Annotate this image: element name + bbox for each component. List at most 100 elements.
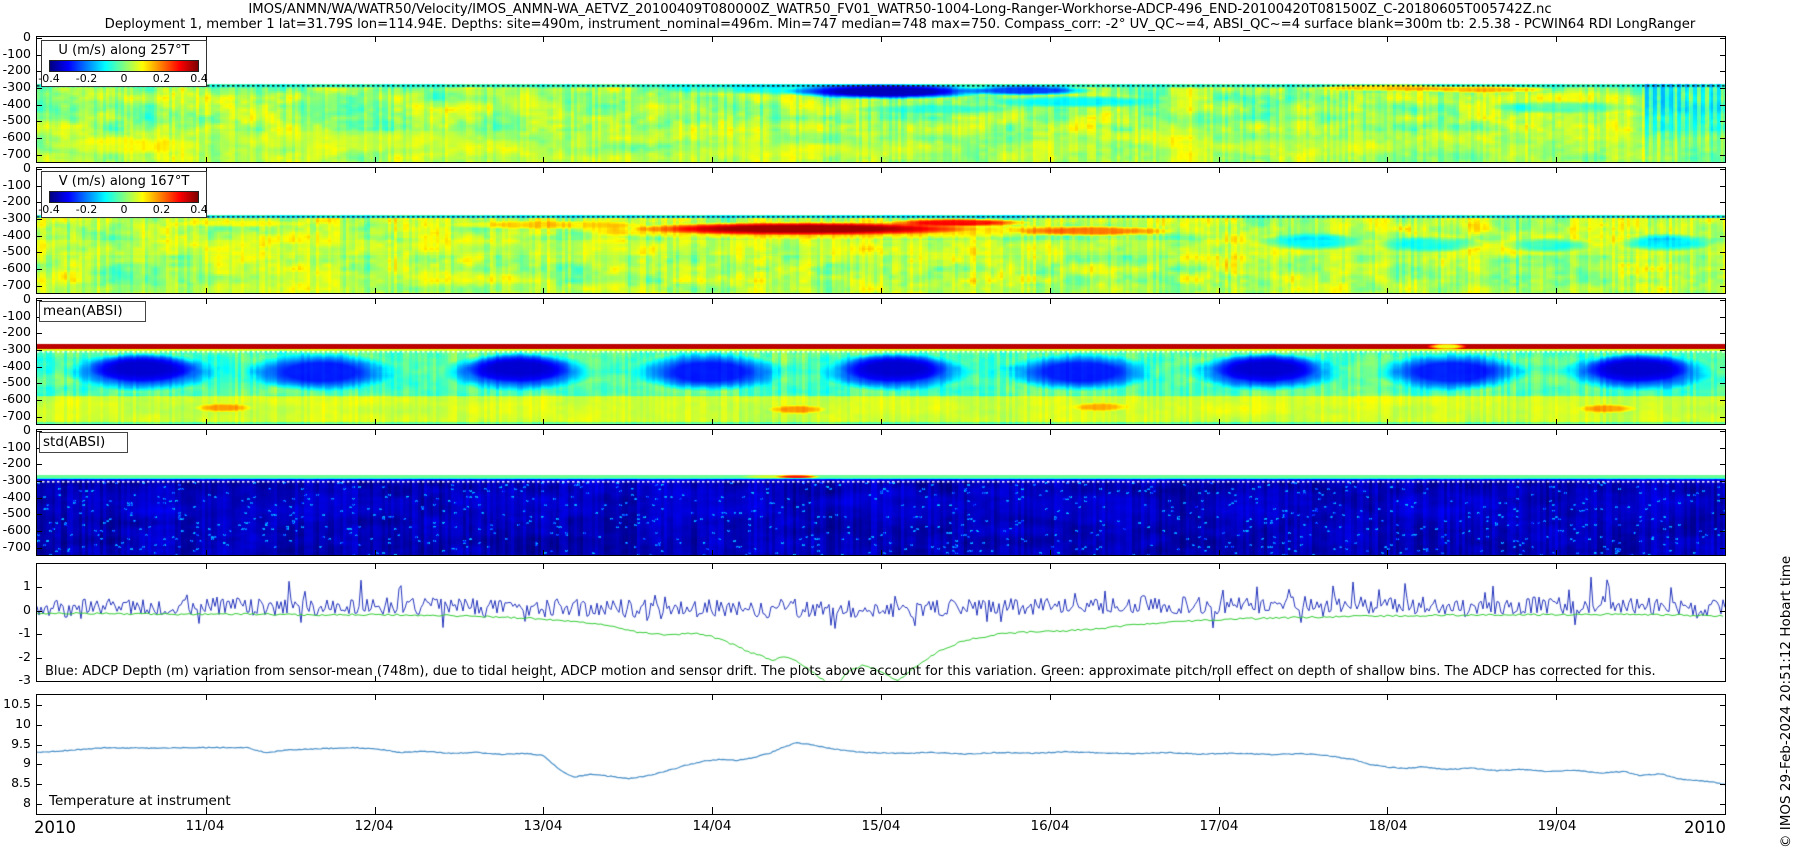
x-tick <box>1387 37 1388 42</box>
temperature-plot <box>37 695 1725 814</box>
y-tick <box>1720 202 1725 203</box>
y-tick <box>37 350 42 351</box>
colorbar-tick-label: 0 <box>121 203 128 216</box>
y-tick-label: -700 <box>0 540 31 554</box>
y-tick <box>1720 784 1725 785</box>
y-tick <box>1720 71 1725 72</box>
figure-title-filename: IMOS/ANMN/WA/WATR50/Velocity/IMOS_ANMN-W… <box>0 2 1800 17</box>
y-tick <box>37 634 42 635</box>
x-tick <box>543 564 544 569</box>
y-tick-label: 8.5 <box>0 776 31 790</box>
y-tick-label: 9.5 <box>0 737 31 751</box>
x-tick <box>881 157 882 162</box>
y-tick <box>1720 481 1725 482</box>
y-tick <box>1720 681 1725 682</box>
y-tick-label: -100 <box>0 47 31 61</box>
y-tick-label: -500 <box>0 244 31 258</box>
x-tick <box>543 695 544 700</box>
y-tick <box>37 219 42 220</box>
depth-variation-annotation: Blue: ADCP Depth (m) variation from sens… <box>45 664 1656 679</box>
y-tick-label: -300 <box>0 211 31 225</box>
y-tick <box>1720 105 1725 106</box>
x-tick <box>1219 168 1220 173</box>
y-tick <box>37 88 42 89</box>
mean-absi-heatmap <box>37 299 1725 424</box>
y-tick <box>1720 88 1725 89</box>
x-tick <box>1050 299 1051 304</box>
x-axis-start-year: 2010 <box>34 818 76 837</box>
x-tick <box>712 695 713 700</box>
x-tick <box>206 288 207 293</box>
y-tick <box>1720 658 1725 659</box>
colorbar-tick-label: 0 <box>121 72 128 85</box>
x-tick <box>543 37 544 42</box>
adcp-figure: IMOS/ANMN/WA/WATR50/Velocity/IMOS_ANMN-W… <box>0 0 1800 850</box>
y-tick <box>1720 300 1725 301</box>
std-absi-heatmap <box>37 430 1725 555</box>
x-tick <box>543 807 544 814</box>
x-tick <box>881 288 882 293</box>
y-tick <box>37 514 42 515</box>
x-tick <box>375 695 376 700</box>
y-tick <box>37 705 42 706</box>
x-tick <box>1219 288 1220 293</box>
x-tick <box>1556 157 1557 162</box>
x-tick <box>375 807 376 814</box>
x-tick <box>543 157 544 162</box>
x-tick-label: 13/04 <box>513 818 573 834</box>
x-tick <box>1050 168 1051 173</box>
panel-temperature: Temperature at instrument <box>36 694 1726 815</box>
x-tick <box>375 299 376 304</box>
v-colorbar <box>49 191 199 203</box>
x-tick <box>1050 550 1051 555</box>
y-tick-label: -700 <box>0 278 31 292</box>
y-tick-label: -2 <box>0 650 31 664</box>
x-tick <box>881 564 882 569</box>
y-tick <box>1720 514 1725 515</box>
x-tick <box>206 299 207 304</box>
x-tick <box>543 430 544 435</box>
y-tick <box>37 587 42 588</box>
y-tick-label: -600 <box>0 130 31 144</box>
x-tick <box>712 550 713 555</box>
x-tick <box>1556 168 1557 173</box>
y-tick <box>37 417 42 418</box>
y-tick <box>37 286 42 287</box>
x-tick-label: 14/04 <box>682 818 742 834</box>
x-tick-label: 12/04 <box>344 818 404 834</box>
colorbar-tick-label: 0.2 <box>153 72 171 85</box>
y-tick <box>37 804 42 805</box>
y-tick <box>1720 634 1725 635</box>
y-tick <box>37 548 42 549</box>
x-tick <box>1050 695 1051 700</box>
u-colorbar-ticks: -0.4-0.200.20.4 <box>49 72 199 85</box>
y-tick <box>1720 725 1725 726</box>
x-tick <box>1050 288 1051 293</box>
x-tick <box>712 807 713 814</box>
y-tick-label: -200 <box>0 325 31 339</box>
y-tick-label: -100 <box>0 440 31 454</box>
y-tick <box>37 236 42 237</box>
y-tick-label: 9 <box>0 756 31 770</box>
x-tick <box>1556 37 1557 42</box>
y-tick-label: -500 <box>0 375 31 389</box>
x-tick <box>1387 288 1388 293</box>
x-tick <box>1219 430 1220 435</box>
y-tick-label: -500 <box>0 113 31 127</box>
x-tick <box>1556 419 1557 424</box>
y-tick-label: -300 <box>0 80 31 94</box>
y-tick <box>37 784 42 785</box>
y-tick <box>37 333 42 334</box>
colorbar-tick-label: -0.4 <box>38 203 59 216</box>
y-tick <box>37 531 42 532</box>
colorbar-tick-label: 0.4 <box>190 203 208 216</box>
y-tick-label: -700 <box>0 147 31 161</box>
y-tick <box>1720 317 1725 318</box>
colorbar-tick-label: 0.2 <box>153 203 171 216</box>
v-colorbar-ticks: -0.4-0.200.20.4 <box>49 203 199 216</box>
y-tick <box>1720 38 1725 39</box>
x-tick <box>1556 695 1557 700</box>
x-tick-label: 15/04 <box>851 818 911 834</box>
x-tick <box>543 288 544 293</box>
y-tick-label: -700 <box>0 409 31 423</box>
